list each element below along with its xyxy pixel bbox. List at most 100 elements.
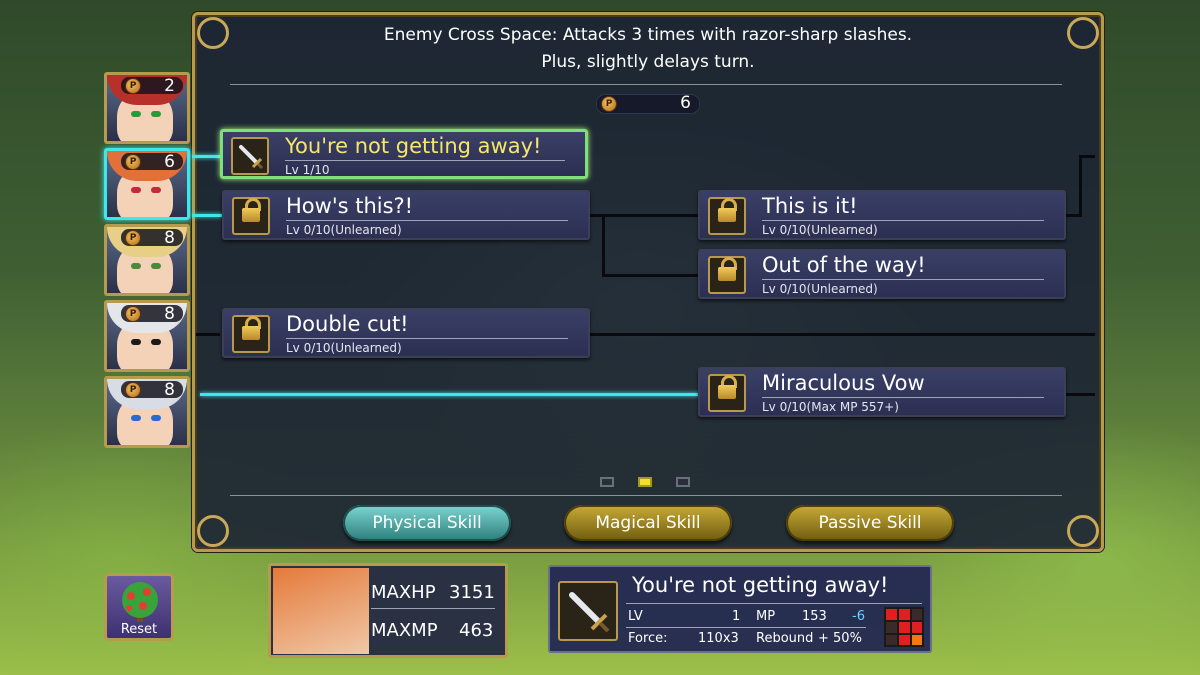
eye: [131, 263, 141, 269]
maxmp-value: 463: [459, 620, 494, 641]
lock-icon: [242, 198, 261, 222]
lv-label: LV: [628, 609, 643, 624]
member-skill-points: P8: [121, 228, 183, 248]
skill-icon-box: [232, 197, 270, 235]
skill-description: Enemy Cross Space: Attacks 3 times with …: [200, 22, 1096, 76]
page-indicator-1[interactable]: [600, 477, 614, 487]
member-points-value: 2: [164, 76, 175, 96]
skill-node-miraculous-vow[interactable]: Miraculous Vow Lv 0/10(Max MP 557+): [698, 367, 1066, 417]
divider: [626, 627, 866, 628]
member-points-value: 8: [164, 228, 175, 248]
page-indicator-2[interactable]: [638, 477, 652, 487]
eye: [131, 415, 141, 421]
skill-point-coin-icon: P: [601, 96, 617, 112]
lock-icon: [718, 257, 737, 281]
tree-connector: [1079, 155, 1082, 217]
maxmp-label: MAXMP: [371, 620, 438, 641]
rebound-label: Rebound: [756, 631, 814, 646]
skill-points-value: 6: [680, 93, 691, 113]
skill-name: Out of the way!: [762, 253, 926, 277]
eye: [151, 415, 161, 421]
tree-icon: [122, 582, 158, 622]
skill-level: Lv 0/10(Unlearned): [286, 223, 402, 237]
member-skill-points: P8: [121, 380, 183, 400]
eye: [151, 263, 161, 269]
highlight-connector: [192, 155, 222, 158]
skill-node-out-of-the-way[interactable]: Out of the way! Lv 0/10(Unlearned): [698, 249, 1066, 299]
rebound-value: + 50%: [818, 631, 862, 646]
mp-delta: -6: [852, 609, 865, 624]
tree-connector: [602, 274, 700, 277]
attack-range-grid-icon: [884, 607, 924, 647]
skill-level: Lv 0/10(Unlearned): [762, 282, 878, 296]
skill-name: Miraculous Vow: [762, 371, 925, 395]
party-member-portrait[interactable]: P8: [104, 376, 190, 448]
eye: [151, 339, 161, 345]
tree-connector: [602, 214, 605, 277]
tab-physical-skill[interactable]: Physical Skill: [343, 505, 511, 541]
divider: [762, 279, 1044, 280]
skill-icon-box: [231, 137, 269, 175]
tree-connector: [1079, 155, 1095, 158]
skill-point-coin-icon: P: [125, 382, 141, 398]
party-member-portrait[interactable]: P6: [104, 148, 190, 220]
member-points-value: 8: [164, 304, 175, 324]
skill-level: Lv 0/10(Unlearned): [762, 223, 878, 237]
party-member-portrait[interactable]: P8: [104, 224, 190, 296]
skill-icon-box: [558, 581, 618, 641]
divider: [230, 84, 1062, 85]
skill-name: You're not getting away!: [285, 134, 542, 158]
skill-name: This is it!: [762, 194, 858, 218]
tab-passive-skill[interactable]: Passive Skill: [786, 505, 954, 541]
skill-icon-box: [708, 197, 746, 235]
tree-connector: [1066, 393, 1095, 396]
skill-name: Double cut!: [286, 312, 409, 336]
lv-value: 1: [732, 609, 741, 624]
member-points-value: 8: [164, 380, 175, 400]
reset-label: Reset: [120, 622, 158, 637]
ornament-corner: [1067, 515, 1099, 547]
divider: [286, 220, 568, 221]
eye: [151, 187, 161, 193]
mp-label: MP: [756, 609, 776, 624]
divider: [371, 608, 495, 609]
tree-connector: [590, 214, 700, 217]
skill-point-coin-icon: P: [125, 230, 141, 246]
sword-icon: [239, 145, 264, 170]
eye: [131, 187, 141, 193]
divider: [626, 603, 922, 604]
skill-point-coin-icon: P: [125, 154, 141, 170]
skill-points-counter: P 6: [596, 93, 700, 114]
skill-icon-box: [232, 315, 270, 353]
reset-button[interactable]: Reset: [104, 573, 174, 641]
skill-node-double-cut[interactable]: Double cut! Lv 0/10(Unlearned): [222, 308, 590, 358]
skill-level: Lv 0/10(Max MP 557+): [762, 400, 899, 414]
skill-node-youre-not-getting-away[interactable]: You're not getting away! Lv 1/10: [220, 129, 588, 179]
skill-icon-box: [708, 374, 746, 412]
party-member-portrait[interactable]: P8: [104, 300, 190, 372]
maxhp-value: 3151: [449, 582, 495, 603]
divider: [285, 160, 565, 161]
detail-skill-name: You're not getting away!: [632, 573, 889, 597]
divider: [286, 338, 568, 339]
ornament-corner: [197, 515, 229, 547]
party-member-portrait[interactable]: P2: [104, 72, 190, 144]
highlight-connector: [200, 393, 700, 396]
description-line-2: Plus, slightly delays turn.: [541, 52, 755, 72]
member-skill-points: P2: [121, 76, 183, 96]
tab-magical-skill[interactable]: Magical Skill: [564, 505, 732, 541]
member-skill-points: P8: [121, 304, 183, 324]
skill-node-this-is-it[interactable]: This is it! Lv 0/10(Unlearned): [698, 190, 1066, 240]
sword-icon: [569, 592, 610, 633]
description-line-1: Enemy Cross Space: Attacks 3 times with …: [383, 25, 913, 45]
divider: [762, 397, 1044, 398]
page-indicator-3[interactable]: [676, 477, 690, 487]
eye: [151, 111, 161, 117]
skill-level: Lv 1/10: [285, 163, 330, 177]
divider: [762, 220, 1044, 221]
skill-node-hows-this[interactable]: How's this?! Lv 0/10(Unlearned): [222, 190, 590, 240]
eye: [131, 339, 141, 345]
character-stats-panel: MAXHP 3151 MAXMP 463: [268, 563, 508, 658]
force-value: 110x3: [698, 631, 739, 646]
character-portrait: [273, 568, 369, 654]
